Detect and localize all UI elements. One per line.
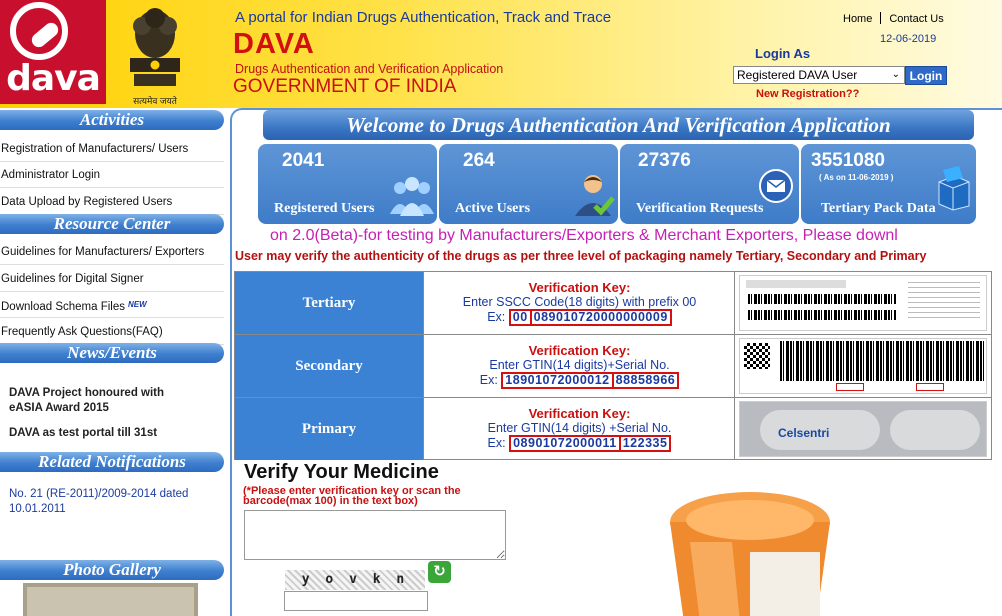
- stat-label: Verification Requests: [636, 201, 764, 216]
- chevron-down-icon: ⌄: [891, 69, 900, 80]
- verification-key-cell: Verification Key: Enter GTIN(14 digits) …: [425, 398, 735, 460]
- news-item[interactable]: DAVA Project honoured with eASIA Award 2…: [9, 386, 199, 416]
- example-gtin: 18901072000012: [501, 372, 614, 389]
- activities-heading: Activities: [0, 110, 224, 130]
- verification-key-cell: Verification Key: Enter GTIN(14 digits)+…: [425, 335, 735, 397]
- stat-value: 3551080: [811, 150, 885, 171]
- key-example: Ex: 00 089010720000000009: [425, 309, 734, 326]
- login-type-select[interactable]: Registered DAVA User ⌄: [733, 66, 905, 84]
- login-button[interactable]: Login: [905, 66, 947, 85]
- top-links: Home Contact Us: [843, 12, 944, 25]
- example-label: Ex:: [487, 436, 506, 450]
- sidebar-item-faq[interactable]: Frequently Ask Questions(FAQ): [0, 319, 224, 345]
- link-divider: [880, 12, 882, 24]
- related-notifications-heading: Related Notifications: [0, 452, 224, 472]
- stat-label: Registered Users: [274, 201, 375, 216]
- refresh-captcha-icon[interactable]: ↻: [428, 561, 451, 583]
- brand-title: DAVA: [233, 28, 315, 60]
- login-type-value: Registered DAVA User: [737, 68, 858, 82]
- example-gtin: 08901072000011: [509, 435, 621, 452]
- stat-registered-users: 2041 Registered Users: [258, 144, 437, 224]
- stat-verification-requests: 27376 Verification Requests: [620, 144, 799, 224]
- notification-item[interactable]: No. 21 (RE-2011)/2009-2014 dated 10.01.2…: [9, 487, 189, 517]
- key-title: Verification Key:: [528, 280, 631, 295]
- stat-as-on-date: ( As on 11-06-2019 ): [819, 173, 894, 182]
- example-label: Ex:: [487, 310, 506, 324]
- users-group-icon: [390, 177, 434, 216]
- level-name-primary: Primary: [235, 398, 424, 460]
- sidebar-item-admin-login[interactable]: Administrator Login: [0, 162, 224, 188]
- sidebar-item-guidelines-manufacturers[interactable]: Guidelines for Manufacturers/ Exporters: [0, 239, 224, 265]
- medicine-bottle-icon: [670, 492, 830, 616]
- new-badge: NEW: [128, 300, 147, 309]
- verification-instruction: User may verify the authenticity of the …: [235, 249, 927, 263]
- dava-logo[interactable]: dava: [0, 0, 106, 104]
- logo-pill-icon: [10, 2, 68, 60]
- sidebar-item-download-schema[interactable]: Download Schema Files NEW: [0, 292, 224, 318]
- login-as-label: Login As: [755, 46, 811, 61]
- announcement-marquee[interactable]: on 2.0(Beta)-for testing by Manufacturer…: [270, 226, 960, 246]
- stat-value: 27376: [638, 150, 691, 171]
- pack-brand-name: Celsentri: [778, 426, 830, 440]
- example-serial: 122335: [620, 435, 672, 452]
- header: dava सत्यमेव जयते A portal for Indian Dr…: [0, 0, 1002, 108]
- home-link[interactable]: Home: [843, 13, 872, 25]
- verify-medicine-title: Verify Your Medicine: [244, 461, 439, 483]
- key-description: Enter GTIN(14 digits) +Serial No.: [487, 421, 672, 435]
- sidebar-item-registration[interactable]: Registration of Manufacturers/ Users: [0, 136, 224, 162]
- download-schema-label: Download Schema Files: [1, 301, 126, 313]
- stat-tertiary-pack-data: 3551080 ( As on 11-06-2019 ) Tertiary Pa…: [801, 144, 976, 224]
- government-label: GOVERNMENT OF INDIA: [233, 76, 457, 97]
- table-row: Secondary Verification Key: Enter GTIN(1…: [235, 335, 991, 398]
- box-icon: [938, 166, 970, 211]
- welcome-banner: Welcome to Drugs Authentication And Veri…: [263, 110, 974, 140]
- stat-label: Tertiary Pack Data: [821, 201, 936, 216]
- key-title: Verification Key:: [528, 343, 631, 358]
- verify-medicine-note: (*Please enter verification key or scan …: [243, 485, 461, 507]
- gallery-photo[interactable]: [23, 583, 198, 616]
- sidebar: Activities Registration of Manufacturers…: [0, 108, 226, 616]
- resource-center-heading: Resource Center: [0, 214, 224, 234]
- key-description: Enter GTIN(14 digits)+Serial No.: [489, 358, 670, 372]
- contact-us-link[interactable]: Contact Us: [889, 13, 943, 25]
- tertiary-label-image: [739, 275, 987, 331]
- primary-blister-image: Celsentri: [739, 401, 987, 457]
- key-example: Ex: 18901072000012 88858966: [425, 372, 734, 389]
- emblem-motto: सत्यमेव जयते: [133, 96, 177, 106]
- key-title: Verification Key:: [528, 406, 631, 421]
- stat-label: Active Users: [455, 201, 531, 216]
- sidebar-item-guidelines-digital-signer[interactable]: Guidelines for Digital Signer: [0, 266, 224, 292]
- photo-gallery-heading: Photo Gallery: [0, 560, 224, 580]
- verification-levels-table: Tertiary Verification Key: Enter SSCC Co…: [234, 271, 992, 460]
- table-row: Primary Verification Key: Enter GTIN(14 …: [235, 398, 991, 461]
- user-check-icon: [575, 175, 615, 216]
- example-prefix: 00: [508, 309, 532, 326]
- verification-key-cell: Verification Key: Enter SSCC Code(18 dig…: [425, 272, 735, 334]
- example-label: Ex:: [479, 373, 498, 387]
- example-serial: 88858966: [613, 372, 680, 389]
- brand-subtitle: Drugs Authentication and Verification Ap…: [235, 62, 504, 76]
- level-name-secondary: Secondary: [235, 335, 424, 397]
- portal-tagline: A portal for Indian Drugs Authentication…: [235, 9, 612, 26]
- captcha-image: y o v k n: [285, 570, 425, 590]
- example-code: 089010720000000009: [531, 309, 672, 326]
- key-description: Enter SSCC Code(18 digits) with prefix 0…: [462, 295, 697, 309]
- new-registration-link[interactable]: New Registration??: [756, 88, 859, 100]
- level-name-tertiary: Tertiary: [235, 272, 424, 334]
- table-row: Tertiary Verification Key: Enter SSCC Co…: [235, 272, 991, 335]
- logo-text: dava: [6, 58, 101, 99]
- current-date: 12-06-2019: [880, 33, 937, 45]
- news-item[interactable]: DAVA as test portal till 31st: [9, 426, 157, 441]
- national-emblem-icon: [130, 8, 180, 86]
- stat-value: 264: [463, 150, 495, 171]
- stat-value: 2041: [282, 150, 325, 171]
- key-example: Ex: 08901072000011 122335: [425, 435, 734, 452]
- verification-key-input[interactable]: [244, 510, 506, 560]
- stat-active-users: 264 Active Users: [439, 144, 618, 224]
- secondary-label-image: [739, 338, 987, 394]
- mail-icon: [759, 169, 793, 203]
- captcha-input[interactable]: [284, 591, 428, 611]
- news-events-heading: News/Events: [0, 343, 224, 363]
- sidebar-item-data-upload[interactable]: Data Upload by Registered Users: [0, 189, 224, 215]
